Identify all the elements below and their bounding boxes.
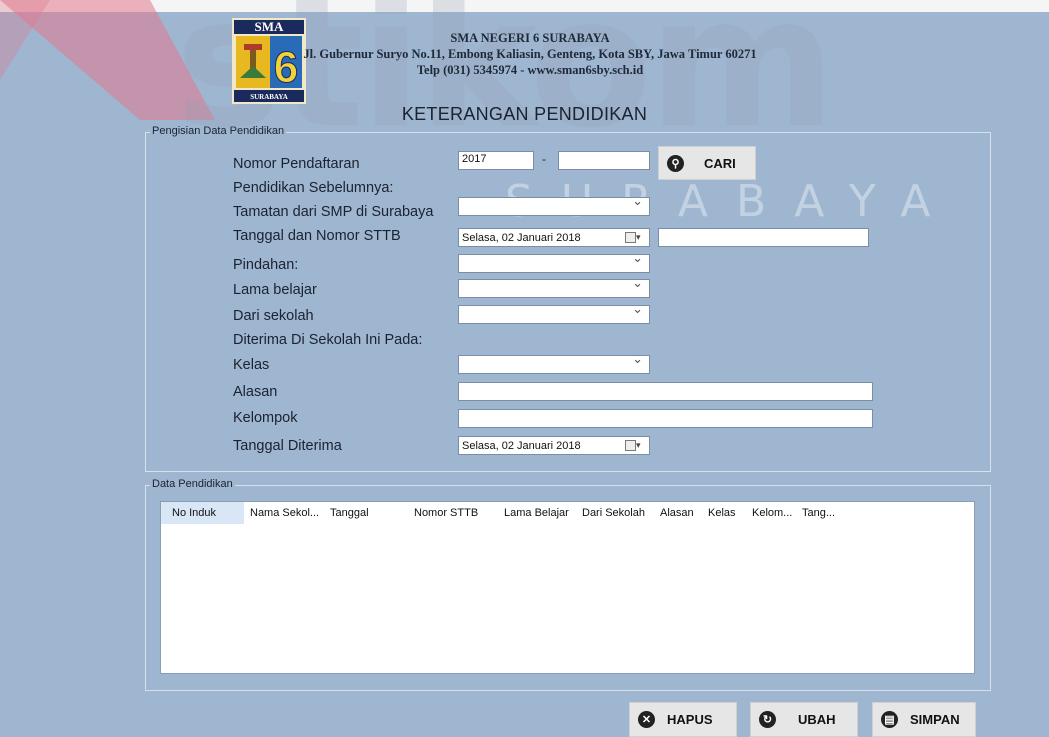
kelompok-field[interactable] xyxy=(458,409,873,428)
school-address: Jl. Gubernur Suryo No.11, Embong Kaliasi… xyxy=(303,47,757,61)
label-tamatan: Tamatan dari SMP di Surabaya xyxy=(233,204,434,220)
column-header[interactable]: Kelas xyxy=(702,502,746,524)
form-group-legend: Pengisian Data Pendidikan xyxy=(150,125,287,137)
column-header[interactable]: No Induk xyxy=(161,502,244,524)
column-header[interactable]: Lama Belajar xyxy=(498,502,576,524)
close-icon: ✕ xyxy=(638,711,655,728)
simpan-button[interactable]: ▤ SIMPAN xyxy=(872,702,976,737)
tanggal-diterima-picker[interactable]: Selasa, 02 Januari 2018 ▾ xyxy=(458,436,650,455)
label-tanggal-nomor-sttb: Tanggal dan Nomor STTB xyxy=(233,228,401,244)
tanggal-sttb-value: Selasa, 02 Januari 2018 xyxy=(462,232,581,244)
kelas-select[interactable] xyxy=(458,351,650,374)
grid-header-row: No Induk Nama Sekol... Tanggal Nomor STT… xyxy=(161,502,974,524)
label-diterima: Diterima Di Sekolah Ini Pada: xyxy=(233,332,423,348)
ubah-button[interactable]: ↻ UBAH xyxy=(750,702,858,737)
column-header[interactable]: Kelom... xyxy=(746,502,796,524)
label-alasan: Alasan xyxy=(233,384,278,400)
calendar-dropdown-icon[interactable]: ▾ xyxy=(625,440,645,451)
hapus-button[interactable]: ✕ HAPUS xyxy=(629,702,737,737)
calendar-dropdown-icon[interactable]: ▾ xyxy=(625,232,645,243)
data-pendidikan-grid[interactable]: No Induk Nama Sekol... Tanggal Nomor STT… xyxy=(160,501,975,674)
page-title: KETERANGAN PENDIDIKAN xyxy=(401,104,648,124)
column-header[interactable]: Nomor STTB xyxy=(408,502,498,524)
school-header: SMA NEGERI 6 SURABAYA Jl. Gubernur Suryo… xyxy=(300,30,760,78)
column-header[interactable]: Nama Sekol... xyxy=(244,502,324,524)
school-contact: Telp (031) 5345974 - www.sman6sby.sch.id xyxy=(416,63,644,77)
cari-button[interactable]: ⚲ CARI xyxy=(658,146,756,180)
label-pindahan: Pindahan: xyxy=(233,257,299,273)
alasan-field[interactable] xyxy=(458,382,873,401)
column-header[interactable]: Tanggal xyxy=(324,502,408,524)
label-kelas: Kelas xyxy=(233,357,270,373)
lama-belajar-select[interactable] xyxy=(458,275,650,298)
pindahan-select[interactable] xyxy=(458,250,650,273)
search-icon: ⚲ xyxy=(667,154,684,172)
table-group-legend: Data Pendidikan xyxy=(150,478,235,490)
tamatan-select[interactable] xyxy=(458,193,650,216)
cari-label: CARI xyxy=(704,155,736,171)
column-header[interactable]: Tang... xyxy=(796,502,848,524)
label-pendidikan-sebelumnya: Pendidikan Sebelumnya: xyxy=(233,180,394,196)
nomor-pendaftaran-field[interactable] xyxy=(558,151,650,170)
nomor-prefix-field[interactable]: 2017 xyxy=(458,151,534,170)
tanggal-diterima-value: Selasa, 02 Januari 2018 xyxy=(462,440,581,452)
label-nomor-pendaftaran: Nomor Pendaftaran xyxy=(233,156,360,172)
tanggal-sttb-picker[interactable]: Selasa, 02 Januari 2018 ▾ xyxy=(458,228,650,247)
logo-top-text: SMA xyxy=(255,19,285,34)
column-header[interactable]: Alasan xyxy=(654,502,702,524)
nomor-sttb-field[interactable] xyxy=(658,228,869,247)
refresh-icon: ↻ xyxy=(759,711,776,728)
column-header[interactable]: Dari Sekolah xyxy=(576,502,654,524)
logo-bottom-text: SURABAYA xyxy=(250,93,288,101)
hapus-label: HAPUS xyxy=(667,712,713,727)
ubah-label: UBAH xyxy=(798,712,836,727)
label-tanggal-diterima: Tanggal Diterima xyxy=(233,438,342,454)
label-lama-belajar: Lama belajar xyxy=(233,282,317,298)
label-kelompok: Kelompok xyxy=(233,410,298,426)
simpan-label: SIMPAN xyxy=(910,712,960,727)
label-dari-sekolah: Dari sekolah xyxy=(233,308,314,324)
school-name: SMA NEGERI 6 SURABAYA xyxy=(450,31,610,45)
nomor-separator: - xyxy=(542,152,546,166)
save-icon: ▤ xyxy=(881,711,898,728)
dari-sekolah-select[interactable] xyxy=(458,301,650,324)
